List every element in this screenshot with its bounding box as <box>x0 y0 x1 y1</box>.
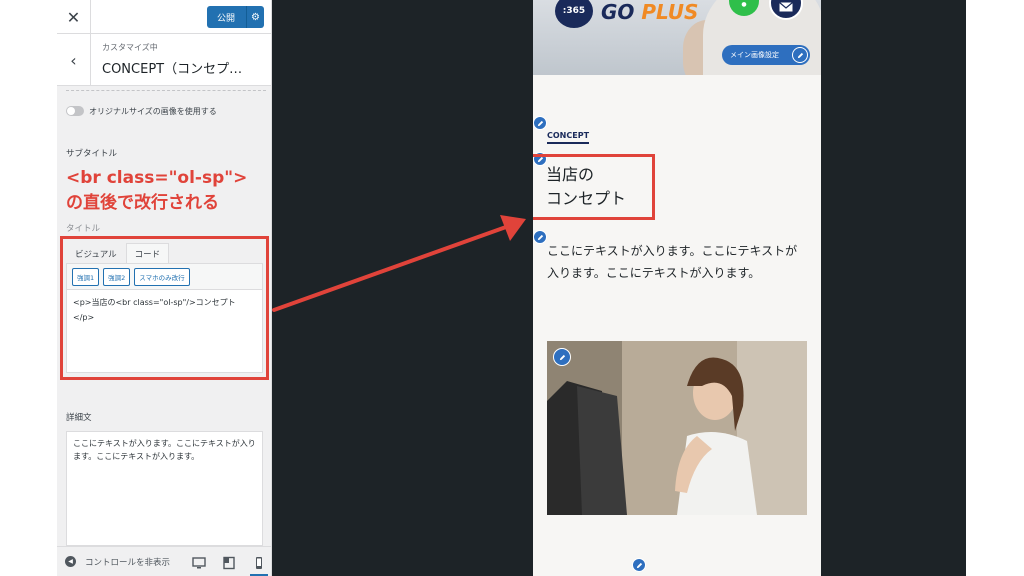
code-line-1: <p>当店の<br class="ol-sp"/>コンセプト <box>73 298 236 307</box>
concept-photo <box>547 341 807 515</box>
mobile-break-button[interactable]: スマホのみ改行 <box>134 267 190 286</box>
annotation-callout: <br class="ol-sp"> の直後で改行される <box>66 166 247 216</box>
hide-controls-label[interactable]: コントロールを非表示 <box>85 556 170 568</box>
desktop-icon[interactable] <box>192 555 206 569</box>
publish-button[interactable]: 公開 ⚙ <box>207 6 264 28</box>
hide-controls-icon[interactable]: ◀ <box>65 556 76 567</box>
emphasis2-button[interactable]: 強調2 <box>103 267 131 286</box>
section-title: CONCEPT（コンセプ… <box>102 62 243 77</box>
edit-concept-label-icon[interactable] <box>533 116 547 130</box>
quicktags-toolbar: 強調1 強調2 スマホのみ改行 <box>66 263 263 290</box>
annotation-line-2: の直後で改行される <box>66 193 219 213</box>
edit-next-section-icon[interactable] <box>632 558 646 572</box>
emphasis1-button[interactable]: 強調1 <box>72 267 100 286</box>
mobile-icon[interactable] <box>250 555 268 576</box>
customizer-topbar: ✕ 公開 ⚙ <box>57 0 271 34</box>
back-button[interactable]: ‹ <box>57 34 91 86</box>
stage: ✕ 公開 ⚙ ‹ カスタマイズ中 CONCEPT（コンセプ… オリジナルサイズの… <box>0 0 1024 576</box>
mail-icon <box>779 2 793 12</box>
close-icon: ✕ <box>66 7 81 27</box>
concept-label: CONCEPT <box>547 131 590 144</box>
code-line-2: </p> <box>73 313 95 322</box>
site-logo[interactable]: GO PLUS <box>601 0 698 24</box>
customizer-footer: ◀ コントロールを非表示 <box>57 546 271 576</box>
logo-badge: :365 <box>555 0 593 28</box>
logo-plus: PLUS <box>641 0 699 24</box>
title-label: タイトル <box>66 224 101 234</box>
concept-heading: 当店の コンセプト <box>546 165 627 208</box>
hero-image: :365 GO PLUS ● メイン画像設定 <box>533 0 821 75</box>
detail-textarea[interactable]: ここにテキストが入ります。ここにテキストが入ります。ここにテキストが入ります。 <box>66 431 263 546</box>
pencil-icon <box>792 47 808 63</box>
customizing-label: カスタマイズ中 <box>102 43 158 52</box>
tab-code[interactable]: コード <box>125 243 170 263</box>
gear-icon[interactable]: ⚙ <box>246 6 264 28</box>
line-icon: ● <box>741 1 747 8</box>
divider <box>66 90 266 91</box>
title-editor-highlight: ビジュアル コード 強調1 強調2 スマホのみ改行 <p>当店の<br clas… <box>60 236 269 380</box>
subtitle-label: サブタイトル <box>66 149 118 159</box>
tablet-icon[interactable] <box>222 555 236 570</box>
mobile-preview: :365 GO PLUS ● メイン画像設定 CONCEPT 当店の コンセプト <box>533 0 821 576</box>
annotation-arrow <box>272 215 526 312</box>
section-header: ‹ カスタマイズ中 CONCEPT（コンセプ… <box>57 34 271 86</box>
original-size-label: オリジナルサイズの画像を使用する <box>89 107 217 116</box>
publish-label: 公開 <box>217 13 236 24</box>
annotation-line-1: <br class="ol-sp"> <box>66 168 248 188</box>
chevron-left-icon: ‹ <box>70 50 77 70</box>
concept-body: ここにテキストが入ります。ここにテキストが入ります。ここにテキストが入ります。 <box>547 244 798 280</box>
main-image-settings-button[interactable]: メイン画像設定 <box>722 45 810 65</box>
title-code-textarea[interactable]: <p>当店の<br class="ol-sp"/>コンセプト </p> <box>66 290 263 373</box>
logo-go: GO <box>601 0 642 24</box>
customizer-panel: ✕ 公開 ⚙ ‹ カスタマイズ中 CONCEPT（コンセプ… オリジナルサイズの… <box>57 0 272 576</box>
main-image-label: メイン画像設定 <box>730 51 779 59</box>
editor-tabs: ビジュアル コード <box>66 243 170 263</box>
detail-label: 詳細文 <box>66 413 92 423</box>
edit-photo-icon[interactable] <box>553 348 571 366</box>
tab-visual[interactable]: ビジュアル <box>66 243 126 263</box>
close-button[interactable]: ✕ <box>57 0 91 34</box>
original-size-toggle[interactable] <box>66 106 84 116</box>
